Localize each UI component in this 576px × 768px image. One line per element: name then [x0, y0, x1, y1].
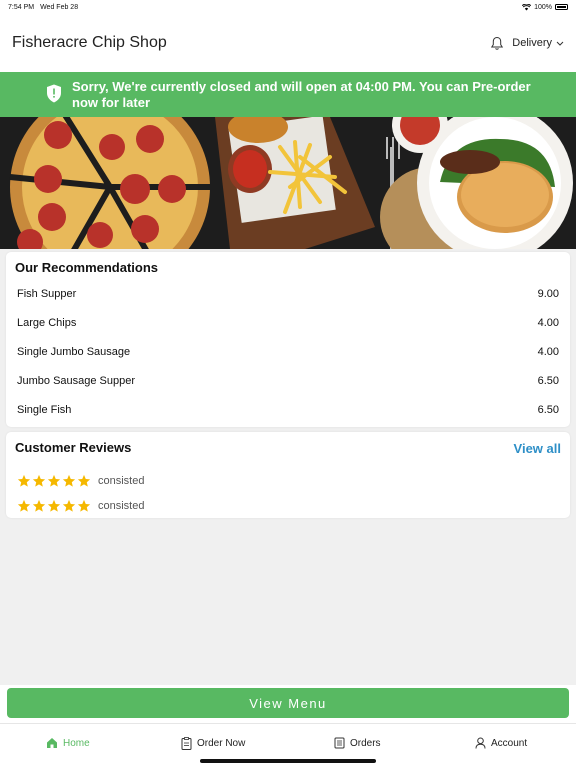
view-menu-bar: View Menu	[0, 685, 576, 723]
recommendations-list: Fish Supper 9.00 Large Chips 4.00 Single…	[17, 280, 559, 424]
item-name: Jumbo Sausage Supper	[17, 374, 136, 387]
star-icon	[47, 499, 61, 512]
item-price: 4.00	[537, 345, 559, 358]
order-icon	[181, 737, 192, 750]
status-bar: 7:54 PM Wed Feb 28 100%	[0, 0, 576, 14]
tab-order-now[interactable]: Order Now	[181, 737, 245, 750]
item-price: 6.50	[537, 403, 559, 416]
food-illustration	[0, 117, 576, 249]
reviews-title: Customer Reviews	[15, 440, 132, 455]
star-icon	[62, 499, 76, 512]
recommendation-item[interactable]: Large Chips 4.00	[17, 309, 559, 338]
item-price: 9.00	[537, 288, 559, 301]
item-name: Large Chips	[17, 317, 77, 330]
wifi-icon	[522, 3, 532, 10]
tab-label: Home	[63, 737, 90, 749]
receipt-icon	[334, 737, 345, 749]
app-header: Fisheracre Chip Shop Delivery	[0, 14, 576, 72]
shield-alert-icon	[47, 84, 61, 103]
tab-account[interactable]: Account	[475, 737, 527, 749]
review-text: consisted	[98, 475, 145, 487]
tab-label: Account	[491, 737, 528, 749]
home-indicator	[200, 759, 376, 763]
star-icon	[62, 474, 76, 487]
delivery-mode-selector[interactable]: Delivery	[512, 37, 564, 49]
star-rating	[17, 499, 91, 513]
header-actions: Delivery	[490, 36, 564, 51]
closed-message: Sorry, We're currently closed and will o…	[72, 78, 531, 110]
recommendations-card: Our Recommendations Fish Supper 9.00 Lar…	[6, 252, 570, 427]
star-icon	[77, 499, 91, 512]
view-menu-button[interactable]: View Menu	[7, 688, 569, 718]
item-price: 4.00	[537, 317, 559, 330]
tab-orders[interactable]: Orders	[334, 737, 381, 749]
tab-label: Orders	[350, 737, 381, 749]
recommendation-item[interactable]: Fish Supper 9.00	[17, 280, 559, 309]
recommendation-item[interactable]: Single Jumbo Sausage 4.00	[17, 338, 559, 367]
view-all-reviews-link[interactable]: View all	[514, 441, 561, 456]
status-right: 100%	[522, 3, 568, 11]
review-item: consisted	[17, 474, 144, 488]
item-price: 6.50	[537, 374, 559, 387]
item-name: Single Fish	[17, 403, 72, 416]
food-banner-image	[0, 117, 576, 249]
home-icon	[47, 738, 57, 748]
bell-icon[interactable]	[490, 36, 504, 51]
review-item: consisted	[17, 499, 144, 513]
tab-label: Order Now	[197, 738, 246, 749]
tab-home[interactable]: Home	[46, 737, 90, 749]
star-icon	[47, 474, 61, 487]
star-icon	[32, 499, 46, 512]
item-name: Single Jumbo Sausage	[17, 345, 131, 358]
star-icon	[17, 474, 31, 487]
star-icon	[77, 474, 91, 487]
item-name: Fish Supper	[17, 288, 77, 301]
delivery-mode-label: Delivery	[512, 37, 552, 49]
closed-banner: Sorry, We're currently closed and will o…	[0, 72, 576, 117]
battery-percent: 100%	[534, 3, 552, 11]
review-text: consisted	[98, 500, 145, 512]
status-time: 7:54 PM	[8, 3, 35, 11]
chevron-down-icon	[556, 41, 564, 46]
star-icon	[17, 499, 31, 512]
shop-title: Fisheracre Chip Shop	[12, 34, 167, 51]
status-date: Wed Feb 28	[40, 3, 79, 11]
reviews-card: Customer Reviews View all consisted cons…	[6, 432, 570, 518]
star-rating	[17, 474, 91, 488]
user-icon	[475, 737, 486, 749]
recommendations-title: Our Recommendations	[15, 260, 159, 275]
recommendation-item[interactable]: Jumbo Sausage Supper 6.50	[17, 366, 559, 395]
star-icon	[32, 474, 46, 487]
recommendation-item[interactable]: Single Fish 6.50	[17, 395, 559, 424]
battery-icon	[555, 4, 568, 10]
